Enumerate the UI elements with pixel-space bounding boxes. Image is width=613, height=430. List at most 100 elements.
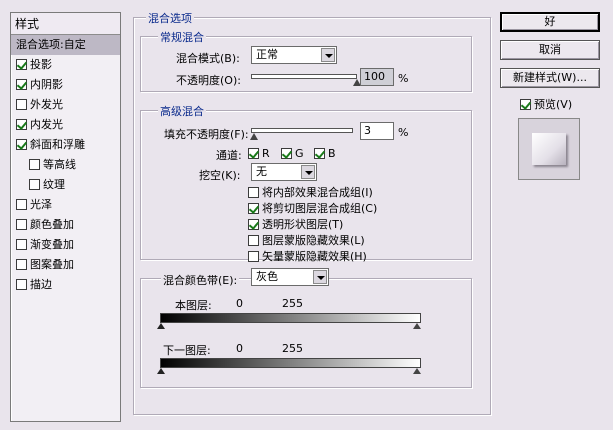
advanced-option-label: 图层蒙版隐藏效果(L) bbox=[262, 234, 365, 247]
fill-opacity-slider[interactable] bbox=[251, 128, 353, 133]
advanced-option-checkbox[interactable] bbox=[248, 203, 259, 214]
opacity-value: 100 bbox=[364, 70, 385, 83]
style-preview-swatch bbox=[532, 133, 566, 165]
style-item-label: 斜面和浮雕 bbox=[30, 138, 85, 151]
opacity-unit: % bbox=[398, 72, 409, 85]
blend-if-group bbox=[140, 278, 472, 388]
opacity-slider[interactable] bbox=[251, 74, 357, 79]
style-item-checkbox[interactable] bbox=[16, 279, 27, 290]
style-item-checkbox[interactable] bbox=[16, 259, 27, 270]
channel-g-checkbox[interactable] bbox=[281, 148, 292, 159]
advanced-option[interactable]: 将内部效果混合成组(I) bbox=[248, 184, 373, 200]
style-item-checkbox[interactable] bbox=[16, 59, 27, 70]
advanced-option-checkbox[interactable] bbox=[248, 219, 259, 230]
style-item-label: 光泽 bbox=[30, 198, 52, 211]
style-item-label: 投影 bbox=[30, 58, 52, 71]
style-item-checkbox[interactable] bbox=[16, 79, 27, 90]
style-item-checkbox[interactable] bbox=[16, 199, 27, 210]
channel-b[interactable]: B bbox=[314, 147, 336, 160]
style-item-label: 描边 bbox=[30, 278, 52, 291]
fill-opacity-slider-handle[interactable] bbox=[250, 133, 259, 140]
chevron-down-icon[interactable] bbox=[313, 270, 327, 284]
advanced-option-label: 将内部效果混合成组(I) bbox=[262, 186, 373, 199]
advanced-option[interactable]: 透明形状图层(T) bbox=[248, 216, 343, 232]
style-item-label: 内阴影 bbox=[30, 78, 63, 91]
blend-if-value: 灰色 bbox=[256, 270, 278, 283]
advanced-option[interactable]: 矢量蒙版隐藏效果(H) bbox=[248, 248, 367, 264]
underlying-layer-label: 下一图层: bbox=[163, 344, 211, 357]
preview-toggle[interactable]: 预览(V) bbox=[520, 96, 572, 112]
this-layer-gradient bbox=[160, 313, 421, 323]
style-item[interactable]: 颜色叠加 bbox=[11, 215, 120, 235]
channel-r-checkbox[interactable] bbox=[248, 148, 259, 159]
blend-options-title: 混合选项 bbox=[146, 10, 194, 26]
ok-button[interactable]: 好 bbox=[500, 12, 600, 32]
style-item[interactable]: 斜面和浮雕 bbox=[11, 135, 120, 155]
advanced-option-checkbox[interactable] bbox=[248, 187, 259, 198]
style-item-checkbox[interactable] bbox=[16, 239, 27, 250]
style-item-checkbox[interactable] bbox=[16, 119, 27, 130]
style-preview-thumbnail bbox=[518, 118, 580, 180]
fill-opacity-value: 3 bbox=[364, 124, 371, 137]
style-item[interactable]: 渐变叠加 bbox=[11, 235, 120, 255]
style-item-checkbox[interactable] bbox=[16, 99, 27, 110]
styles-header: 样式 bbox=[11, 13, 120, 35]
advanced-blending-title: 高级混合 bbox=[158, 103, 206, 119]
style-item-checkbox[interactable] bbox=[16, 219, 27, 230]
fill-opacity-unit: % bbox=[398, 126, 409, 139]
blend-mode-value: 正常 bbox=[256, 48, 278, 61]
blend-if-select[interactable]: 灰色 bbox=[251, 268, 329, 286]
blend-mode-select[interactable]: 正常 bbox=[251, 46, 337, 64]
channel-b-checkbox[interactable] bbox=[314, 148, 325, 159]
style-item-label: 颜色叠加 bbox=[30, 218, 74, 231]
this-layer-black-handle[interactable] bbox=[157, 323, 165, 329]
general-blending-title: 常规混合 bbox=[158, 29, 206, 45]
style-item[interactable]: 内阴影 bbox=[11, 75, 120, 95]
new-style-button[interactable]: 新建样式(W)... bbox=[500, 68, 600, 88]
opacity-input[interactable]: 100 bbox=[360, 68, 394, 86]
knockout-select[interactable]: 无 bbox=[251, 163, 317, 181]
this-layer-max: 255 bbox=[282, 297, 303, 310]
style-item-checkbox[interactable] bbox=[16, 139, 27, 150]
style-item-label: 外发光 bbox=[30, 98, 63, 111]
style-item[interactable]: 内发光 bbox=[11, 115, 120, 135]
knockout-value: 无 bbox=[256, 165, 267, 178]
chevron-down-icon[interactable] bbox=[301, 165, 315, 179]
style-item[interactable]: 图案叠加 bbox=[11, 255, 120, 275]
style-item-label: 等高线 bbox=[43, 158, 76, 171]
style-item-label: 纹理 bbox=[43, 178, 65, 191]
fill-opacity-input[interactable]: 3 bbox=[360, 122, 394, 140]
cancel-button[interactable]: 取消 bbox=[500, 40, 600, 60]
advanced-option-checkbox[interactable] bbox=[248, 235, 259, 246]
style-item-checkbox[interactable] bbox=[29, 159, 40, 170]
underlying-layer-black-handle[interactable] bbox=[157, 368, 165, 374]
fill-opacity-label: 填充不透明度(F): bbox=[164, 128, 249, 141]
advanced-option[interactable]: 图层蒙版隐藏效果(L) bbox=[248, 232, 365, 248]
style-item[interactable]: 外发光 bbox=[11, 95, 120, 115]
underlying-layer-max: 255 bbox=[282, 342, 303, 355]
blend-if-label: 混合颜色带(E): bbox=[161, 272, 240, 288]
style-item-label: 混合选项:自定 bbox=[16, 38, 86, 51]
style-item-checkbox[interactable] bbox=[29, 179, 40, 190]
style-item[interactable]: 描边 bbox=[11, 275, 120, 295]
style-item[interactable]: 混合选项:自定 bbox=[11, 35, 120, 55]
underlying-layer-gradient bbox=[160, 358, 421, 368]
opacity-label: 不透明度(O): bbox=[176, 74, 241, 87]
this-layer-white-handle[interactable] bbox=[413, 323, 421, 329]
style-item[interactable]: 光泽 bbox=[11, 195, 120, 215]
advanced-option[interactable]: 将剪切图层混合成组(C) bbox=[248, 200, 377, 216]
style-item[interactable]: 等高线 bbox=[11, 155, 120, 175]
style-item-label: 图案叠加 bbox=[30, 258, 74, 271]
preview-checkbox[interactable] bbox=[520, 99, 531, 110]
this-layer-min: 0 bbox=[236, 297, 243, 310]
advanced-option-label: 透明形状图层(T) bbox=[262, 218, 344, 231]
channel-g[interactable]: G bbox=[281, 147, 304, 160]
channel-r[interactable]: R bbox=[248, 147, 270, 160]
underlying-layer-white-handle[interactable] bbox=[413, 368, 421, 374]
advanced-option-checkbox[interactable] bbox=[248, 251, 259, 262]
style-item[interactable]: 投影 bbox=[11, 55, 120, 75]
style-item[interactable]: 纹理 bbox=[11, 175, 120, 195]
chevron-down-icon[interactable] bbox=[321, 48, 335, 62]
style-item-label: 渐变叠加 bbox=[30, 238, 74, 251]
advanced-option-label: 矢量蒙版隐藏效果(H) bbox=[262, 250, 367, 263]
